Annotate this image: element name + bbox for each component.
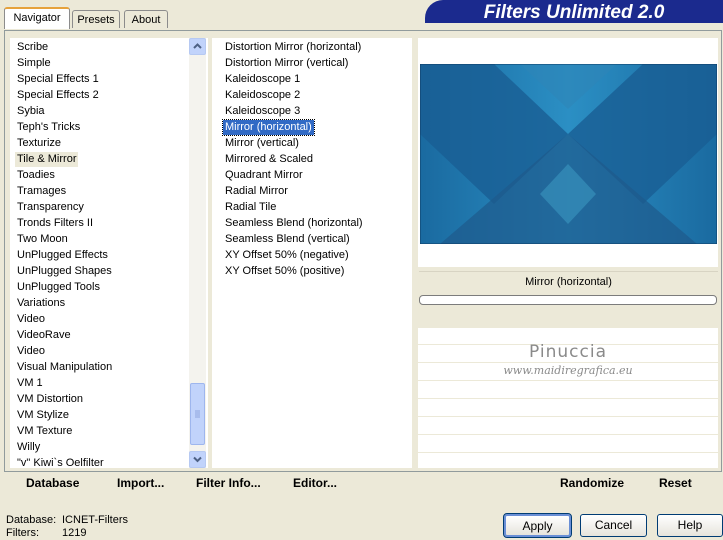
- filter-item[interactable]: Quadrant Mirror: [225, 168, 303, 183]
- filter-item[interactable]: Seamless Blend (horizontal): [225, 216, 363, 231]
- category-item[interactable]: Special Effects 1: [17, 72, 99, 87]
- tab-presets[interactable]: Presets: [72, 10, 120, 28]
- filter-list[interactable]: Distortion Mirror (horizontal) Distortion…: [212, 38, 412, 468]
- filter-item[interactable]: Distortion Mirror (vertical): [225, 56, 348, 71]
- grip-icon: [195, 410, 200, 418]
- category-item[interactable]: Tile & Mirror: [15, 152, 79, 167]
- chevron-down-icon: [193, 456, 202, 463]
- filter-item[interactable]: Mirror (horizontal): [222, 119, 315, 136]
- scroll-down-button[interactable]: [189, 451, 206, 468]
- category-item[interactable]: Simple: [17, 56, 51, 71]
- category-item[interactable]: UnPlugged Effects: [17, 248, 108, 263]
- randomize-button[interactable]: Randomize: [560, 476, 624, 490]
- category-item[interactable]: VM Distortion: [17, 392, 83, 407]
- category-item[interactable]: Tronds Filters II: [17, 216, 93, 231]
- cancel-button[interactable]: Cancel: [580, 514, 647, 537]
- watermark-url: www.maidiregrafica.eu: [503, 364, 633, 377]
- category-item[interactable]: Video: [17, 312, 45, 327]
- category-item[interactable]: Special Effects 2: [17, 88, 99, 103]
- filter-item[interactable]: Distortion Mirror (horizontal): [225, 40, 361, 55]
- category-item[interactable]: Teph's Tricks: [17, 120, 80, 135]
- help-button[interactable]: Help: [657, 514, 723, 537]
- import-button[interactable]: Import...: [117, 476, 164, 490]
- watermark-name: Pinuccia: [529, 342, 607, 362]
- filter-item[interactable]: XY Offset 50% (negative): [225, 248, 349, 263]
- category-item[interactable]: Scribe: [17, 40, 48, 55]
- category-item[interactable]: Tramages: [17, 184, 66, 199]
- category-item[interactable]: Willy: [17, 440, 40, 455]
- category-item[interactable]: VM Texture: [17, 424, 72, 439]
- scroll-thumb[interactable]: [190, 383, 205, 445]
- category-item[interactable]: VM Stylize: [17, 408, 69, 423]
- filters-label: Filters:: [6, 527, 39, 539]
- chevron-up-icon: [193, 43, 202, 49]
- category-item[interactable]: Transparency: [17, 200, 84, 215]
- filter-item[interactable]: Kaleidoscope 2: [225, 88, 300, 103]
- category-item[interactable]: UnPlugged Tools: [17, 280, 100, 295]
- filter-item[interactable]: XY Offset 50% (positive): [225, 264, 344, 279]
- category-item[interactable]: "v" Kiwi`s Oelfilter: [17, 456, 104, 471]
- category-item[interactable]: Variations: [17, 296, 65, 311]
- filter-item[interactable]: Kaleidoscope 1: [225, 72, 300, 87]
- database-label: Database:: [6, 514, 57, 526]
- category-item[interactable]: UnPlugged Shapes: [17, 264, 112, 279]
- filter-item[interactable]: Mirrored & Scaled: [225, 152, 313, 167]
- category-item[interactable]: Video: [17, 344, 45, 359]
- database-button[interactable]: Database: [26, 476, 79, 490]
- filters-status: Filters: 1219: [6, 527, 86, 539]
- category-scrollbar[interactable]: [189, 38, 206, 468]
- apply-button[interactable]: Apply: [503, 513, 572, 538]
- editor-button[interactable]: Editor...: [293, 476, 337, 490]
- tab-navigator[interactable]: Navigator: [4, 7, 70, 29]
- category-item[interactable]: Toadies: [17, 168, 55, 183]
- filter-info-button[interactable]: Filter Info...: [196, 476, 261, 490]
- category-list[interactable]: Scribe Simple Special Effects 1 Special Eff…: [10, 38, 208, 471]
- category-item[interactable]: Sybia: [17, 104, 45, 119]
- preview-filter-name: Mirror (horizontal): [525, 276, 612, 288]
- tab-about[interactable]: About: [124, 10, 168, 28]
- filter-item[interactable]: Kaleidoscope 3: [225, 104, 300, 119]
- scroll-up-button[interactable]: [189, 38, 206, 55]
- filter-item[interactable]: Seamless Blend (vertical): [225, 232, 350, 247]
- filter-item[interactable]: Radial Tile: [225, 200, 276, 215]
- database-value: ICNET-Filters: [62, 514, 128, 526]
- filters-count: 1219: [62, 527, 87, 539]
- database-status: Database: ICNET-Filters: [6, 514, 128, 526]
- preview-image: [420, 64, 717, 244]
- category-item[interactable]: Visual Manipulation: [17, 360, 112, 375]
- category-item[interactable]: Texturize: [17, 136, 61, 151]
- progress-bar: [419, 295, 717, 305]
- reset-button[interactable]: Reset: [659, 476, 692, 490]
- category-item[interactable]: VM 1: [17, 376, 43, 391]
- filter-item[interactable]: Radial Mirror: [225, 184, 288, 199]
- category-item[interactable]: VideoRave: [17, 328, 71, 343]
- app-title-banner: Filters Unlimited 2.0: [425, 0, 723, 23]
- filter-item[interactable]: Mirror (vertical): [225, 136, 299, 151]
- category-item[interactable]: Two Moon: [17, 232, 68, 247]
